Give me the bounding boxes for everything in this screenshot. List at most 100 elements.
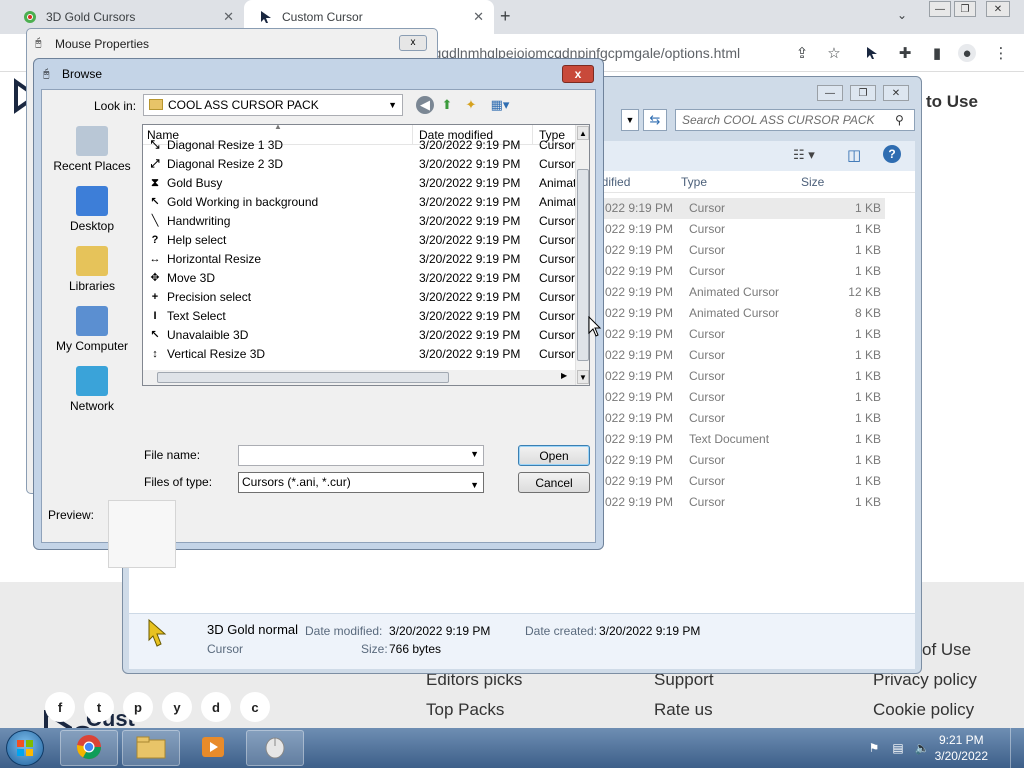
close-icon[interactable]: ✕ bbox=[223, 9, 234, 25]
explorer-close-button[interactable]: ✕ bbox=[883, 85, 909, 101]
help-icon[interactable]: ? bbox=[883, 145, 901, 163]
new-folder-icon[interactable]: ✦ bbox=[462, 96, 480, 114]
file-date: 3/20/2022 9:19 PM bbox=[419, 214, 521, 228]
list-item[interactable]: ↖ Gold Working in background 3/20/2022 9:1… bbox=[143, 193, 575, 212]
scroll-down-arrow[interactable]: ▼ bbox=[577, 370, 589, 384]
table-row[interactable]: 022 9:19 PM Cursor 1 KB bbox=[595, 324, 885, 345]
footer-link-cookie-policy[interactable]: Cookie policy bbox=[873, 700, 974, 720]
horizontal-scroll-thumb[interactable] bbox=[157, 372, 449, 383]
start-button[interactable] bbox=[6, 730, 44, 766]
place-my-computer[interactable]: My Computer bbox=[44, 306, 140, 353]
list-item[interactable]: I Text Select 3/20/2022 9:19 PM Cursor bbox=[143, 307, 575, 326]
table-row[interactable]: 022 9:19 PM Animated Cursor 12 KB bbox=[595, 282, 885, 303]
flag-icon[interactable]: ⚑ bbox=[866, 740, 882, 756]
preview-pane-icon[interactable]: ◫ bbox=[847, 146, 861, 164]
search-icon: ⚲ bbox=[895, 113, 904, 127]
explorer-minimize-button[interactable]: — bbox=[817, 85, 843, 101]
browse-close-button[interactable]: x bbox=[562, 65, 594, 83]
share-icon[interactable]: ⇪ bbox=[793, 44, 811, 62]
list-item[interactable]: ↔ Horizontal Resize 3/20/2022 9:19 PM Curso… bbox=[143, 250, 576, 269]
list-item[interactable]: ? Help select 3/20/2022 9:19 PM Cursor bbox=[143, 231, 575, 250]
list-item[interactable]: ✥ Move 3D 3/20/2022 9:19 PM Cursor bbox=[143, 269, 575, 288]
show-desktop-button[interactable] bbox=[1010, 728, 1024, 768]
view-options-icon[interactable]: ☷ ▾ bbox=[793, 147, 815, 163]
address-dropdown-icon[interactable]: ▼ bbox=[621, 109, 639, 131]
row-date: 022 9:19 PM bbox=[605, 411, 674, 425]
row-date: 022 9:19 PM bbox=[605, 369, 674, 383]
place-desktop[interactable]: Desktop bbox=[44, 186, 140, 233]
column-size[interactable]: Size bbox=[801, 175, 824, 189]
up-folder-icon[interactable]: ⬆ bbox=[438, 96, 456, 114]
table-row[interactable]: 022 9:19 PM Cursor 1 KB bbox=[595, 387, 885, 408]
table-row[interactable]: 022 9:19 PM Cursor 1 KB bbox=[595, 471, 885, 492]
table-row[interactable]: 022 9:19 PM Cursor 1 KB bbox=[595, 261, 885, 282]
table-row[interactable]: 022 9:19 PM Text Document 1 KB bbox=[595, 429, 885, 450]
refresh-icon[interactable]: ⇆ bbox=[643, 109, 667, 131]
table-row[interactable]: 022 9:19 PM Animated Cursor 8 KB bbox=[595, 303, 885, 324]
taskbar-mouse-control-panel-button[interactable] bbox=[246, 730, 304, 766]
extensions-puzzle-icon[interactable]: ✚ bbox=[896, 44, 914, 62]
place-recent-places[interactable]: Recent Places bbox=[44, 126, 140, 173]
chevron-down-icon[interactable]: ⌄ bbox=[897, 8, 907, 22]
chat-icon[interactable]: c bbox=[240, 692, 270, 722]
maximize-button[interactable]: ❐ bbox=[954, 1, 976, 17]
menu-kebab-icon[interactable]: ⋮ bbox=[992, 44, 1010, 62]
list-item[interactable]: + Precision select 3/20/2022 9:19 PM Cursor bbox=[143, 288, 575, 307]
side-panel-icon[interactable]: ▮ bbox=[928, 44, 946, 62]
list-item[interactable]: ╲ Handwriting 3/20/2022 9:19 PM Cursor bbox=[143, 212, 575, 231]
profile-avatar-icon[interactable]: ● bbox=[958, 44, 976, 62]
table-row[interactable]: 022 9:19 PM Cursor 1 KB bbox=[595, 366, 885, 387]
explorer-maximize-button[interactable]: ❐ bbox=[850, 85, 876, 101]
table-row[interactable]: 022 9:19 PM Cursor 1 KB bbox=[595, 408, 885, 429]
new-tab-button[interactable]: + bbox=[500, 6, 511, 27]
taskbar-clock[interactable]: 9:21 PM 3/20/2022 bbox=[935, 732, 988, 764]
place-network[interactable]: Network bbox=[44, 366, 140, 413]
footer-link-top-packs[interactable]: Top Packs bbox=[426, 700, 504, 720]
taskbar-explorer-button[interactable] bbox=[122, 730, 180, 766]
header-link-how-to-use[interactable]: to Use bbox=[926, 92, 978, 112]
table-row[interactable]: 022 9:19 PM Cursor 1 KB bbox=[595, 450, 885, 471]
list-item[interactable]: ↖ Unavalaible 3D 3/20/2022 9:19 PM Cursor bbox=[143, 326, 575, 345]
chevron-down-icon[interactable]: ▼ bbox=[470, 449, 479, 459]
table-row[interactable]: 022 9:19 PM Cursor 1 KB bbox=[595, 198, 885, 219]
table-row[interactable]: 022 9:19 PM Cursor 1 KB bbox=[595, 345, 885, 366]
taskbar-media-player-button[interactable] bbox=[184, 730, 242, 766]
scroll-up-arrow[interactable]: ▲ bbox=[577, 126, 589, 140]
horizontal-scrollbar[interactable]: ▶ bbox=[143, 370, 575, 385]
table-row[interactable]: 022 9:19 PM Cursor 1 KB bbox=[595, 492, 885, 513]
footer-link-terms-of-use[interactable]: of Use bbox=[922, 640, 971, 660]
bookmark-star-icon[interactable]: ☆ bbox=[825, 44, 843, 62]
explorer-search-input[interactable]: Search COOL ASS CURSOR PACK bbox=[675, 109, 915, 131]
column-type[interactable]: Type bbox=[681, 175, 707, 189]
table-row[interactable]: 022 9:19 PM Cursor 1 KB bbox=[595, 240, 885, 261]
pinterest-icon[interactable]: p bbox=[123, 692, 153, 722]
youtube-icon[interactable]: y bbox=[162, 692, 192, 722]
table-row[interactable]: 022 9:19 PM Cursor 1 KB bbox=[595, 219, 885, 240]
footer-link-rate-us[interactable]: Rate us bbox=[654, 700, 713, 720]
discord-icon[interactable]: d bbox=[201, 692, 231, 722]
mouse-properties-close-button[interactable]: x bbox=[399, 35, 427, 51]
window-close-button[interactable]: ✕ bbox=[986, 1, 1010, 17]
twitter-icon[interactable]: t bbox=[84, 692, 114, 722]
files-of-type-dropdown[interactable]: Cursors (*.ani, *.cur) ▼ bbox=[238, 472, 484, 493]
network-icon[interactable]: ▤ bbox=[890, 740, 906, 756]
back-icon[interactable]: ◀ bbox=[416, 96, 434, 114]
list-item[interactable]: ⤡ Diagonal Resize 1 3D 3/20/2022 9:19 PM Cu… bbox=[143, 136, 575, 155]
minimize-button[interactable]: — bbox=[929, 1, 951, 17]
vertical-scrollbar[interactable]: ▲ ▼ bbox=[575, 125, 589, 385]
close-icon[interactable]: ✕ bbox=[473, 9, 484, 25]
facebook-icon[interactable]: f bbox=[45, 692, 75, 722]
file-name-input[interactable]: ▼ bbox=[238, 445, 484, 466]
look-in-dropdown[interactable]: COOL ASS CURSOR PACK ▼ bbox=[143, 94, 403, 116]
extension-cursor-icon[interactable] bbox=[863, 44, 881, 62]
list-item[interactable]: ↕ Vertical Resize 3D 3/20/2022 9:19 PM Curs… bbox=[143, 345, 575, 364]
place-libraries[interactable]: Libraries bbox=[44, 246, 140, 293]
list-item[interactable]: ⧗ Gold Busy 3/20/2022 9:19 PM Animated Curs… bbox=[143, 174, 575, 193]
list-item[interactable]: ⤢ Diagonal Resize 2 3D 3/20/2022 9:19 PM Cu… bbox=[143, 155, 575, 174]
view-menu-icon[interactable]: ▦▾ bbox=[486, 96, 514, 114]
scroll-right-arrow[interactable]: ▶ bbox=[561, 371, 567, 380]
cancel-button[interactable]: Cancel bbox=[518, 472, 590, 493]
volume-icon[interactable]: 🔈 bbox=[914, 740, 930, 756]
taskbar-chrome-button[interactable] bbox=[60, 730, 118, 766]
open-button[interactable]: Open bbox=[518, 445, 590, 466]
